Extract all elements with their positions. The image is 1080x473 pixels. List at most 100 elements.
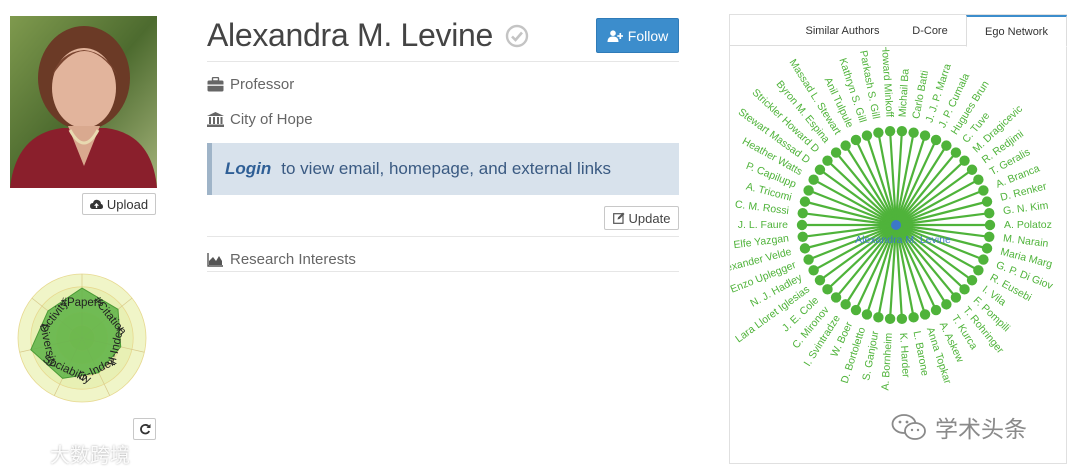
ego-node[interactable] [959, 284, 970, 295]
ego-node[interactable] [850, 304, 862, 316]
ego-node[interactable] [803, 185, 814, 196]
login-link[interactable]: Login [225, 159, 271, 179]
position-text: Professor [230, 76, 295, 93]
ego-node[interactable] [830, 292, 842, 303]
ego-node[interactable] [966, 164, 978, 175]
ego-node[interactable] [981, 196, 993, 207]
watermark-right-text: 学术头条 [935, 416, 1027, 442]
ego-node[interactable] [814, 275, 826, 286]
profile-photo [10, 16, 157, 188]
divider [207, 271, 679, 272]
login-notice-text: to view email, homepage, and external li… [281, 159, 612, 178]
divider [207, 61, 679, 62]
ego-node[interactable] [840, 140, 851, 151]
ego-node[interactable] [896, 125, 908, 137]
wechat-icon [891, 414, 926, 440]
ego-node[interactable] [808, 265, 819, 276]
radar-chart: #Papers#CitationH-IndexG-IndexSociabilit… [17, 273, 147, 403]
affiliation-row: City of Hope [207, 111, 313, 128]
ego-node[interactable] [941, 299, 952, 310]
follow-label: Follow [627, 27, 669, 44]
watermark-logo-icon [11, 445, 42, 461]
ego-node[interactable] [873, 312, 884, 323]
tab-ego-network[interactable]: Ego Network [966, 15, 1067, 47]
ego-node[interactable] [950, 292, 962, 303]
ego-node[interactable] [896, 313, 908, 325]
tab-label: Ego Network [985, 25, 1048, 38]
ego-node-label: K. Harder [897, 332, 912, 378]
refresh-icon [139, 424, 150, 435]
ego-node[interactable] [984, 208, 995, 219]
research-interests-header: Research Interests [207, 251, 356, 268]
refresh-button[interactable] [133, 418, 156, 440]
ego-node[interactable] [884, 313, 896, 325]
ego-node[interactable] [884, 125, 896, 137]
ego-node[interactable] [814, 164, 826, 175]
ego-node[interactable] [981, 243, 993, 254]
ego-node[interactable] [973, 265, 984, 276]
follow-button[interactable]: Follow [596, 18, 679, 53]
tab-similar-authors[interactable]: Similar Authors [790, 15, 895, 46]
edit-icon [612, 212, 625, 224]
position-row: Professor [207, 76, 294, 93]
ego-node[interactable] [941, 140, 952, 151]
ego-node[interactable] [830, 147, 842, 158]
divider [207, 236, 679, 237]
affiliation-text: City of Hope [230, 111, 313, 128]
ego-node[interactable] [850, 134, 862, 146]
ego-node[interactable] [808, 174, 819, 185]
ego-node[interactable] [873, 127, 884, 138]
ego-node[interactable] [950, 147, 962, 158]
ego-node[interactable] [908, 312, 919, 323]
ego-network-graph: Michail BaCarlo BattiJ. J. P. MarraJ. P.… [730, 47, 1055, 391]
ego-node[interactable] [984, 231, 995, 242]
upload-button[interactable]: Upload [82, 193, 156, 215]
research-interests-label: Research Interests [230, 251, 356, 268]
ego-node[interactable] [797, 231, 808, 242]
ego-node[interactable] [930, 134, 942, 146]
verified-check-icon [505, 24, 529, 47]
ego-node-label: G. N. Kim [1002, 200, 1049, 218]
ego-node[interactable] [799, 243, 811, 254]
panel-tabs: Similar Authors D-Core Ego Network [730, 15, 1067, 47]
ego-node[interactable] [919, 309, 931, 320]
tab-label: Similar Authors [805, 24, 880, 37]
ego-node[interactable] [984, 219, 996, 231]
ego-center-label: Alexandra M. Levine [855, 234, 951, 246]
briefcase-icon [207, 77, 224, 92]
watermark-left-text: 大数跨境 [50, 444, 130, 467]
ego-node[interactable] [966, 275, 978, 286]
tab-label: D-Core [912, 24, 948, 37]
watermark-left: 大数跨境 [10, 438, 130, 468]
cloud-upload-icon [89, 199, 103, 209]
ego-node[interactable] [908, 127, 919, 138]
tab-d-core[interactable]: D-Core [895, 15, 965, 46]
ego-node[interactable] [973, 174, 984, 185]
author-name: Alexandra M. Levine [207, 17, 529, 54]
ego-node[interactable] [930, 304, 942, 316]
ego-node[interactable] [978, 254, 989, 265]
ego-node[interactable] [822, 284, 833, 295]
ego-node[interactable] [797, 208, 808, 219]
ego-node[interactable] [919, 130, 931, 141]
network-panel: Similar Authors D-Core Ego Network Micha… [729, 14, 1067, 464]
ego-node-label: A. Bornheim [879, 332, 895, 391]
ego-node[interactable] [978, 185, 989, 196]
ego-node-label: Howard Minkoff [879, 47, 896, 118]
upload-label: Upload [106, 196, 149, 212]
ego-node[interactable] [803, 254, 814, 265]
ego-center-node[interactable] [891, 220, 901, 230]
user-plus-icon [607, 29, 623, 42]
update-button[interactable]: Update [604, 206, 679, 230]
ego-node[interactable] [822, 155, 833, 166]
ego-node[interactable] [799, 196, 811, 207]
ego-node[interactable] [861, 309, 873, 320]
ego-node[interactable] [840, 299, 851, 310]
ego-node[interactable] [796, 219, 808, 231]
ego-node[interactable] [959, 155, 970, 166]
author-name-text: Alexandra M. Levine [207, 17, 494, 53]
ego-node[interactable] [861, 130, 873, 141]
login-notice: Login to view email, homepage, and exter… [207, 143, 679, 195]
watermark-right: 学术头条 [891, 410, 1027, 444]
update-label: Update [628, 210, 671, 226]
